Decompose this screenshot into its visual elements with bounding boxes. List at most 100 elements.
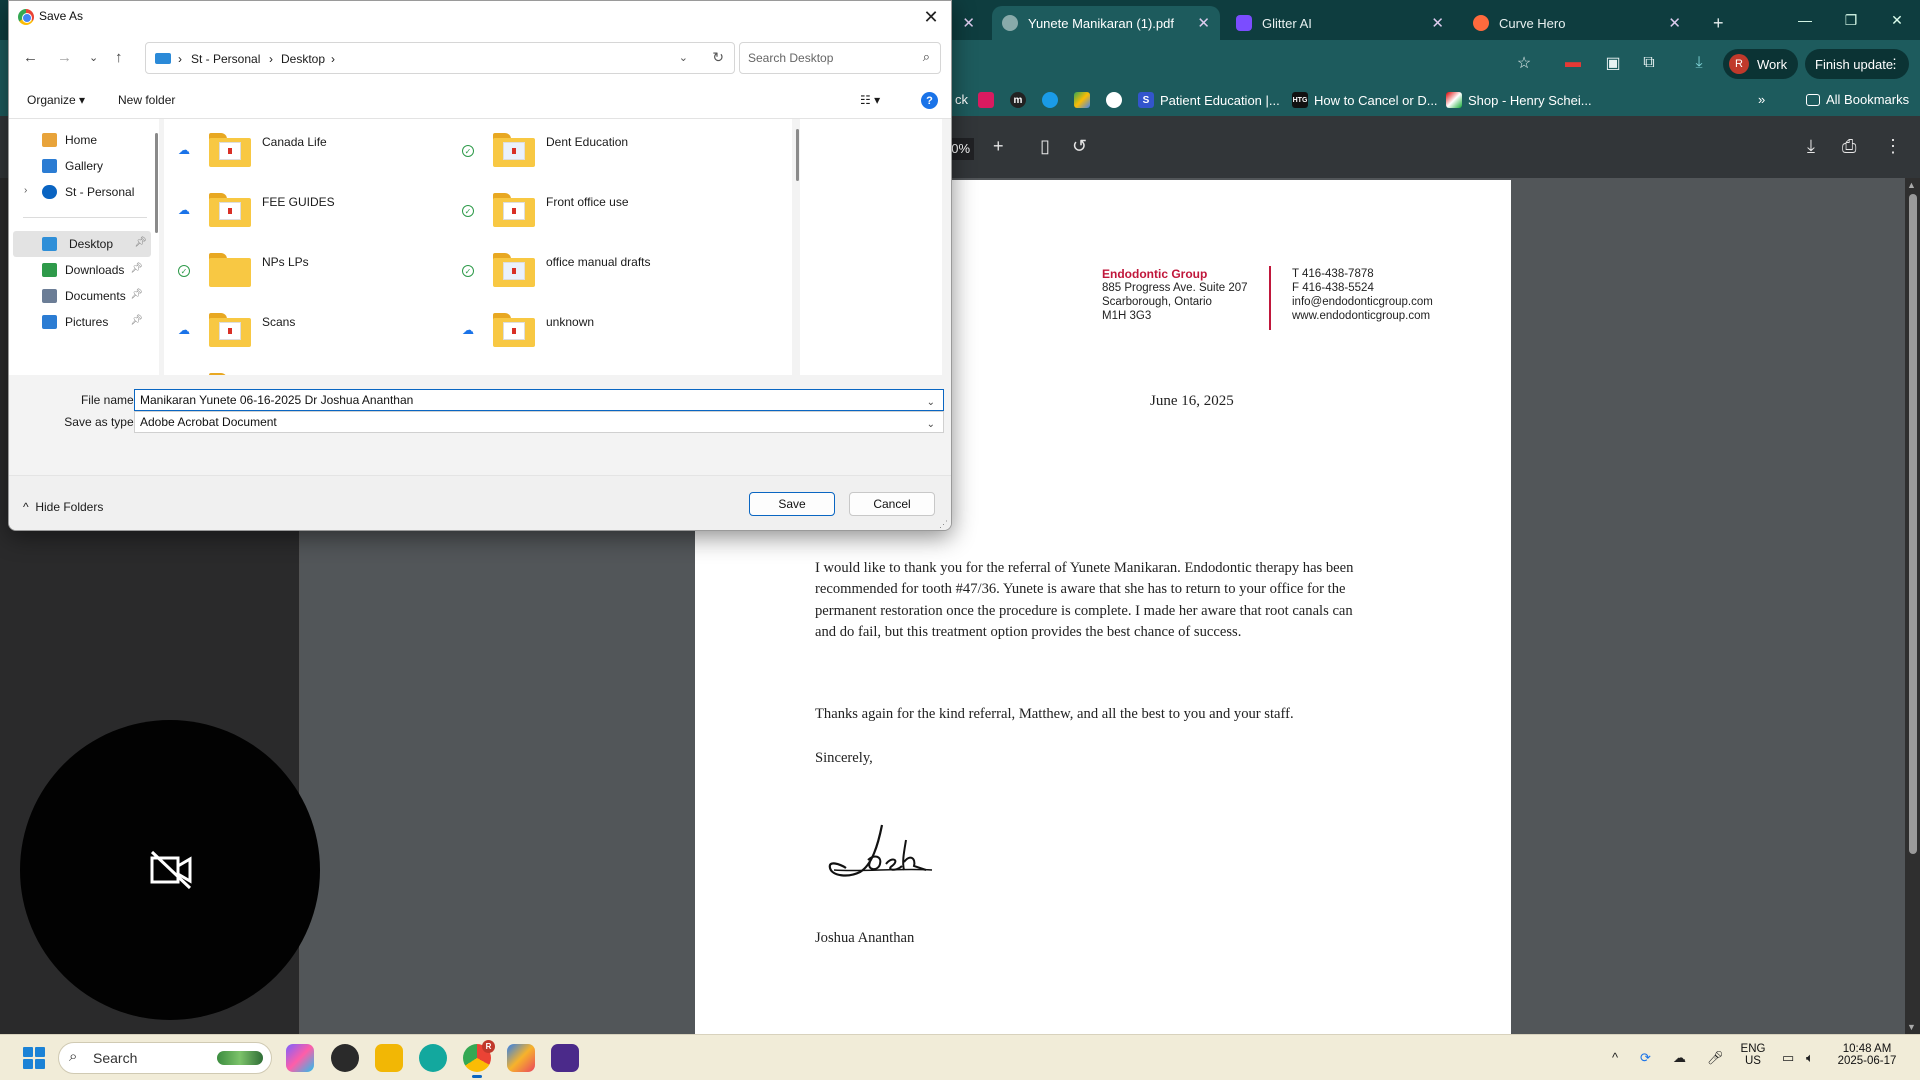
up-arrow-icon[interactable]: ↑: [115, 49, 123, 66]
rotate-icon[interactable]: ↺: [1072, 136, 1087, 157]
onedrive-tray-icon[interactable]: ☁: [1673, 1050, 1686, 1066]
resize-grip-icon[interactable]: ⋰: [939, 519, 948, 530]
help-icon[interactable]: ?: [921, 92, 938, 109]
app-purple-icon[interactable]: [551, 1044, 579, 1072]
chevron-right-icon[interactable]: ›: [331, 52, 335, 66]
network-icon[interactable]: ▭: [1782, 1050, 1794, 1066]
nav-item-st-personal[interactable]: › St - Personal: [9, 179, 147, 205]
nav-scrollbar[interactable]: [155, 133, 158, 233]
file-explorer-icon[interactable]: [375, 1044, 403, 1072]
pdf-scrollbar[interactable]: ▲ ▼: [1905, 178, 1920, 1034]
print-icon[interactable]: ⎙: [1842, 136, 1856, 157]
nav-item-gallery[interactable]: Gallery: [9, 153, 147, 179]
nav-item-downloads[interactable]: Downloads 📌︎: [9, 257, 147, 283]
breadcrumb-st-personal[interactable]: St - Personal: [191, 52, 260, 66]
bookmark-how-to-cancel[interactable]: HTG How to Cancel or D...: [1292, 92, 1438, 108]
folder-item[interactable]: ☁ Scans: [164, 299, 434, 351]
close-icon[interactable]: ✕: [1197, 14, 1210, 32]
nav-item-desktop[interactable]: Desktop 📌︎: [13, 231, 151, 257]
folder-item[interactable]: ☁ unknown: [448, 299, 718, 351]
breadcrumb-desktop[interactable]: Desktop: [281, 52, 325, 66]
chevron-right-double-icon[interactable]: »: [1758, 92, 1765, 107]
app-teal-icon[interactable]: [419, 1044, 447, 1072]
pin-icon[interactable]: 📌︎: [130, 263, 143, 274]
tab-close-partial[interactable]: ✕: [955, 6, 975, 40]
scroll-down-icon[interactable]: ▼: [1907, 1022, 1916, 1032]
tray-sync-icon[interactable]: ⟳: [1640, 1050, 1651, 1066]
bookmark-white-icon[interactable]: [1106, 92, 1128, 108]
folder-item[interactable]: ☁ Canada Life: [164, 119, 434, 171]
all-bookmarks-button[interactable]: All Bookmarks: [1806, 92, 1909, 107]
pin-icon[interactable]: 📌︎: [130, 315, 143, 326]
chrome-taskbar-icon[interactable]: R: [463, 1040, 495, 1078]
refresh-icon[interactable]: ↻: [712, 49, 724, 66]
chevron-right-icon[interactable]: ›: [269, 52, 273, 66]
volume-icon[interactable]: 🔈︎: [1806, 1050, 1814, 1066]
language-indicator[interactable]: ENG US: [1736, 1043, 1770, 1067]
hide-folders-button[interactable]: ^ Hide Folders: [23, 500, 103, 514]
m365-icon[interactable]: [507, 1044, 535, 1072]
pdf-download-icon[interactable]: ⤓: [1807, 136, 1815, 157]
app-dark-icon[interactable]: [331, 1044, 359, 1072]
tab-glitter[interactable]: Glitter AI ✕: [1226, 6, 1454, 40]
chevron-right-icon[interactable]: ›: [178, 52, 182, 66]
folder-item[interactable]: ✓ Front office use: [448, 179, 718, 231]
fit-page-icon[interactable]: ▯: [1040, 136, 1050, 157]
search-input[interactable]: [748, 51, 908, 65]
restore-icon[interactable]: ❐: [1828, 0, 1874, 40]
extension-red-icon[interactable]: ▬: [1562, 52, 1584, 74]
nav-item-home[interactable]: Home: [9, 127, 147, 153]
tray-chevron-up-icon[interactable]: ^: [1612, 1050, 1618, 1065]
google-drive-icon[interactable]: [1074, 92, 1096, 108]
close-icon[interactable]: ✕: [1668, 14, 1681, 32]
bookmark-henry-schein[interactable]: Shop - Henry Schei...: [1446, 92, 1592, 108]
forward-arrow-icon[interactable]: →: [57, 49, 72, 66]
view-options-icon[interactable]: ☷ ▾: [860, 93, 880, 107]
pin-icon[interactable]: 📌︎: [134, 237, 147, 248]
minimize-icon[interactable]: —: [1782, 0, 1828, 40]
close-window-icon[interactable]: ✕: [1874, 0, 1920, 40]
search-icon[interactable]: ⌕: [923, 49, 930, 65]
folder-item[interactable]: ✓ NPs LPs: [164, 239, 434, 291]
clock[interactable]: 10:48 AM 2025-06-17: [1832, 1043, 1902, 1067]
zoom-in-icon[interactable]: +: [993, 136, 1004, 157]
tab-curve-hero[interactable]: Curve Hero ✕: [1463, 6, 1691, 40]
close-icon[interactable]: ✕: [962, 14, 975, 32]
camera-preview-bubble[interactable]: [20, 720, 320, 1020]
folder-item[interactable]: ✓ Dent Education: [448, 119, 718, 171]
more-icon[interactable]: ⋮: [1884, 136, 1902, 157]
microphone-icon[interactable]: 🎤︎: [1707, 1050, 1724, 1066]
recent-locations-chevron-icon[interactable]: ⌄: [89, 51, 98, 64]
chevron-down-icon[interactable]: ⌄: [927, 393, 935, 413]
scroll-up-icon[interactable]: ▲: [1907, 180, 1916, 190]
bookmark-m-icon[interactable]: m: [1010, 92, 1032, 108]
extension-off-icon[interactable]: ▣: [1602, 52, 1624, 74]
finish-update-button[interactable]: Finish update ⋮: [1805, 49, 1909, 79]
bookmark-patient-education[interactable]: S Patient Education |...: [1138, 92, 1280, 108]
file-name-input[interactable]: Manikaran Yunete 06-16-2025 Dr Joshua An…: [134, 389, 944, 411]
save-type-select[interactable]: Adobe Acrobat Document ⌄: [134, 411, 944, 433]
nav-item-pictures[interactable]: Pictures 📌︎: [9, 309, 147, 335]
address-bar[interactable]: › St - Personal › Desktop › ⌄ ↻: [145, 42, 735, 74]
download-icon[interactable]: ⤓: [1688, 52, 1710, 74]
search-box[interactable]: ⌕: [739, 42, 941, 74]
new-folder-button[interactable]: New folder: [118, 93, 175, 107]
profile-button[interactable]: R Work: [1723, 49, 1798, 79]
dialog-close-button[interactable]: ✕: [911, 1, 951, 33]
file-scrollbar-thumb[interactable]: [796, 129, 799, 181]
star-icon[interactable]: ☆: [1513, 52, 1535, 74]
save-button[interactable]: Save: [749, 492, 835, 516]
folder-item[interactable]: ✓ office manual drafts: [448, 239, 718, 291]
tab-pdf[interactable]: Yunete Manikaran (1).pdf ✕: [992, 6, 1220, 40]
puzzle-icon[interactable]: ⧉: [1638, 52, 1660, 74]
organize-button[interactable]: Organize ▾: [27, 93, 85, 107]
folder-item[interactable]: ☁ FEE GUIDES: [164, 179, 434, 231]
new-tab-button[interactable]: +: [1703, 6, 1729, 40]
chevron-right-icon[interactable]: ›: [24, 185, 27, 196]
scrollbar-thumb[interactable]: [1909, 194, 1917, 854]
windows-start-icon[interactable]: [23, 1047, 45, 1069]
bookmark-partial[interactable]: ck: [955, 92, 968, 107]
folder-item[interactable]: 3M_Attest_Mini_Auto_reader_490: [164, 359, 434, 375]
close-icon[interactable]: ✕: [1431, 14, 1444, 32]
nav-item-documents[interactable]: Documents 📌︎: [9, 283, 147, 309]
